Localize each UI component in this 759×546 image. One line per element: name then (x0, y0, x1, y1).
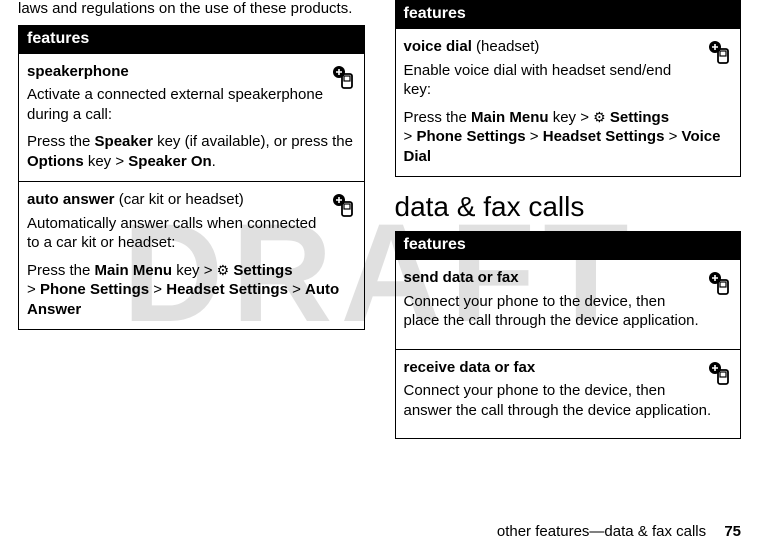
features-table-left: features speakerphone Activate a connect… (18, 25, 365, 331)
feature-desc: Connect your phone to the device, then p… (404, 292, 733, 331)
path-text: Press the (27, 262, 95, 279)
feature-desc: Automatically answer calls when connecte… (27, 214, 356, 253)
feature-row-send-data: send data or fax Connect your phone to t… (396, 259, 741, 349)
feature-desc: Enable voice dial with headset send/end … (404, 61, 733, 100)
path-text: > (664, 128, 681, 145)
feature-desc: Activate a connected external speakerpho… (27, 85, 356, 124)
path-text: key (if available), or press the (153, 133, 353, 150)
key-label: Settings (233, 262, 292, 279)
feature-title: voice dial (headset) (404, 38, 540, 55)
key-label: Settings (610, 109, 669, 126)
feature-desc: Connect your phone to the device, then a… (404, 381, 733, 420)
accessory-icon (706, 360, 732, 386)
key-label: Speaker (95, 133, 153, 150)
path-text: key > (172, 262, 217, 279)
path-text: Press the (404, 109, 472, 126)
path-text: > (149, 281, 166, 298)
feature-path: Press the Main Menu key > ⚙ Settings > P… (27, 261, 356, 320)
section-heading: data & fax calls (395, 191, 742, 223)
title-text: auto answer (27, 191, 115, 208)
title-qualifier: (car kit or headset) (115, 191, 244, 208)
features-table-right-bottom: features send data or fax Connect your p… (395, 231, 742, 439)
accessory-icon (706, 39, 732, 65)
table-header: features (19, 26, 364, 53)
key-label: Phone Settings (416, 128, 525, 145)
key-label: Options (27, 153, 84, 170)
lead-text: laws and regulations on the use of these… (18, 0, 365, 19)
path-text: key > (84, 153, 129, 170)
table-header: features (396, 232, 741, 259)
accessory-icon (706, 270, 732, 296)
path-text: . (212, 153, 216, 170)
settings-glyph-icon: ⚙ (593, 109, 606, 125)
footer-text: other features—data & fax calls (497, 523, 706, 540)
title-text: voice dial (404, 38, 472, 55)
key-label: Headset Settings (166, 281, 288, 298)
path-text: > (404, 128, 417, 145)
feature-title: send data or fax (404, 268, 733, 288)
features-table-right-top: features voice dial (headset) Enable voi… (395, 0, 742, 177)
key-label: Phone Settings (40, 281, 149, 298)
feature-title: receive data or fax (404, 358, 733, 378)
feature-path: Press the Main Menu key > ⚙ Settings > P… (404, 108, 733, 167)
key-label: Main Menu (95, 262, 173, 279)
feature-row-auto-answer: auto answer (car kit or headset) Automat… (19, 181, 364, 329)
title-qualifier: (headset) (472, 38, 540, 55)
feature-row-voice-dial: voice dial (headset) Enable voice dial w… (396, 28, 741, 176)
table-header: features (396, 1, 741, 28)
key-label: Speaker On (128, 153, 211, 170)
accessory-icon (330, 192, 356, 218)
feature-title: speakerphone (27, 63, 129, 80)
path-text: key > (549, 109, 594, 126)
settings-glyph-icon: ⚙ (217, 262, 230, 278)
feature-path: Press the Speaker key (if available), or… (27, 132, 356, 171)
feature-row-speakerphone: speakerphone Activate a connected extern… (19, 53, 364, 182)
accessory-icon (330, 64, 356, 90)
path-text: > (526, 128, 543, 145)
feature-row-receive-data: receive data or fax Connect your phone t… (396, 349, 741, 439)
feature-title: auto answer (car kit or headset) (27, 191, 244, 208)
key-label: Main Menu (471, 109, 549, 126)
page-content: laws and regulations on the use of these… (0, 0, 759, 451)
left-column: laws and regulations on the use of these… (18, 0, 365, 451)
path-text: Press the (27, 133, 95, 150)
page-number: 75 (724, 523, 741, 540)
key-label: Headset Settings (543, 128, 665, 145)
path-text: > (288, 281, 305, 298)
right-column: features voice dial (headset) Enable voi… (395, 0, 742, 451)
path-text: > (27, 281, 40, 298)
page-footer: other features—data & fax calls 75 (497, 523, 741, 540)
